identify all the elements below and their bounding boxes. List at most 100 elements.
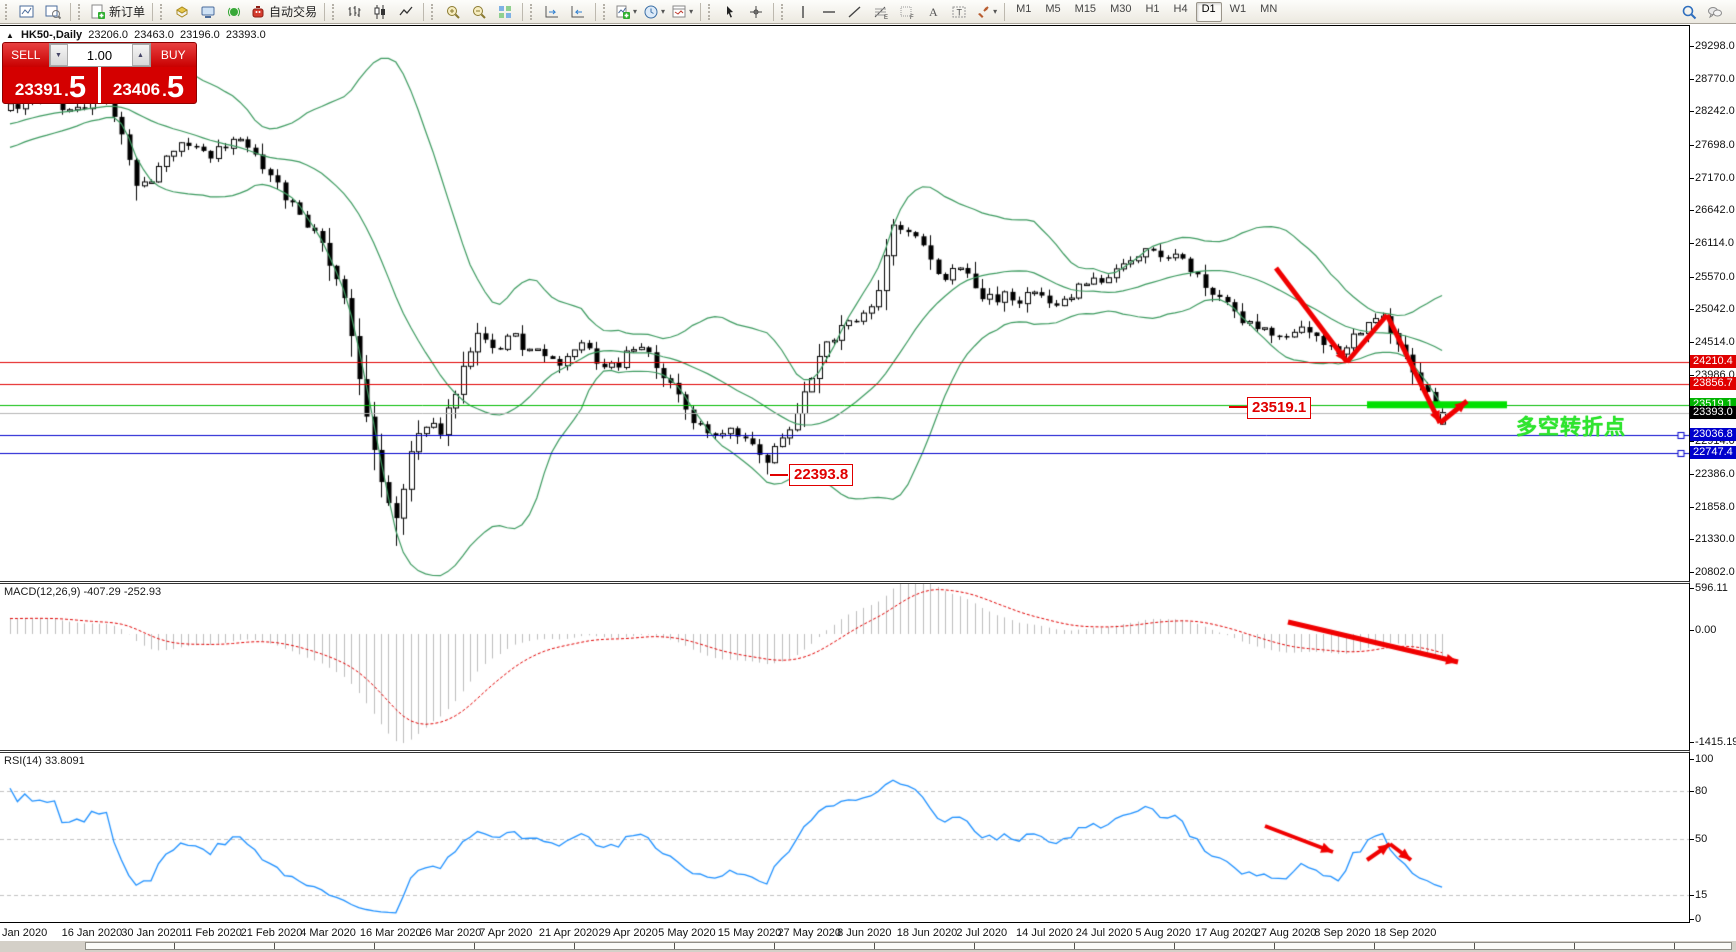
ohlc-close: 23393.0 <box>225 29 266 41</box>
date-axis-label: 4 Mar 2020 <box>300 927 356 939</box>
templates-icon <box>671 4 687 20</box>
autotrading-button[interactable]: 自动交易 <box>247 1 320 23</box>
price-axis-label: 29298.0 <box>1690 40 1735 52</box>
new-chart-button[interactable] <box>14 1 40 23</box>
timeframe-button-h1[interactable]: H1 <box>1139 2 1165 22</box>
turning-point-text[interactable]: 多空转折点 <box>1516 411 1626 441</box>
toolbar-grip <box>160 3 166 20</box>
timeframe-button-h4[interactable]: H4 <box>1168 2 1194 22</box>
search-button[interactable] <box>1676 1 1702 23</box>
crosshair-button[interactable] <box>743 1 769 23</box>
trendline-button[interactable] <box>842 1 868 23</box>
tile-windows-icon <box>497 4 513 20</box>
new-order-button[interactable]: 新订单 <box>87 1 148 23</box>
auto-scroll-button[interactable] <box>539 1 565 23</box>
date-axis-label: 18 Sep 2020 <box>1373 927 1437 939</box>
terminal-button[interactable] <box>195 1 221 23</box>
vline-button[interactable] <box>790 1 816 23</box>
price-tag-23036.8: 23036.8 <box>1690 428 1736 442</box>
rsi-axis-label: 100 <box>1689 753 1714 765</box>
scrollbar-tick <box>874 943 875 949</box>
metaeditor-icon <box>174 4 190 20</box>
timeframe-button-w1[interactable]: W1 <box>1224 2 1253 22</box>
price-axis[interactable]: 29298.0 28770.0 28242.0 27698.0 27170.0 26642… <box>1689 25 1736 941</box>
toolbar-grip <box>5 3 11 20</box>
support-price-label[interactable]: 22393.8 <box>789 464 854 486</box>
timeframe-button-d1[interactable]: D1 <box>1195 1 1222 22</box>
scrollbar-tick <box>974 943 975 949</box>
price-axis-label: 27170.0 <box>1690 171 1735 184</box>
price-tag-23393.0: 23393.0 <box>1690 406 1736 420</box>
candles-mode-icon <box>372 4 388 20</box>
chevron-down-icon[interactable]: ▾ <box>993 7 997 16</box>
scrollbar-tick <box>774 943 775 949</box>
templates-button[interactable]: ▾ <box>668 1 696 23</box>
volume-increase-button[interactable]: ▲ <box>131 44 150 66</box>
chart-scrollbar[interactable] <box>85 942 1732 950</box>
timeframe-button-m15[interactable]: M15 <box>1069 2 1102 22</box>
fibo-grid-button[interactable]: F <box>894 1 920 23</box>
chevron-down-icon[interactable]: ▾ <box>689 7 693 16</box>
profiles-button[interactable] <box>40 1 66 23</box>
bid-price[interactable]: 23391 . 5 <box>3 67 101 103</box>
toolbar-separator <box>522 2 524 21</box>
new-chart-icon <box>19 4 35 20</box>
trading-terminal: 新订单 自动交易 ▾ ▾ ▾ E F A T ▾ M1 M5 M15 M30 H1 H4 D1 W1 MN ▲ H… <box>0 0 1736 952</box>
symbol-collapse-icon[interactable]: ▲ <box>6 31 14 40</box>
timeframe-button-m5[interactable]: M5 <box>1039 2 1066 22</box>
chevron-down-icon[interactable]: ▾ <box>661 7 665 16</box>
main-chart-canvas[interactable] <box>0 26 1689 581</box>
candles-mode-button[interactable] <box>367 1 393 23</box>
timeframe-button-m1[interactable]: M1 <box>1010 2 1037 22</box>
toolbar-separator <box>423 2 425 21</box>
price-axis-label: 26642.0 <box>1690 204 1735 217</box>
macd-pane: MACD(12,26,9) -407.29 -252.93 <box>0 581 1690 750</box>
tile-windows-button[interactable] <box>492 1 518 23</box>
main-chart-pane: ▲ HK50-,Daily 23206.0 23463.0 23196.0 23… <box>0 25 1690 581</box>
autotrading-label: 自动交易 <box>269 5 318 19</box>
bars-mode-button[interactable] <box>341 1 367 23</box>
signals-button[interactable] <box>221 1 247 23</box>
macd-canvas[interactable] <box>0 584 1689 750</box>
volume-stepper: ▼ ▲ <box>48 43 151 67</box>
date-axis-label: 5 Aug 2020 <box>1135 927 1192 939</box>
toolbar-separator <box>773 2 775 21</box>
label-button[interactable]: T <box>946 1 972 23</box>
rsi-pane: RSI(14) 33.8091 <box>0 750 1690 923</box>
price-axis-label: 24514.0 <box>1690 336 1735 349</box>
timeframe-button-mn[interactable]: MN <box>1254 2 1283 22</box>
toolbar-grip <box>708 3 714 20</box>
indicators-button[interactable]: ▾ <box>612 1 640 23</box>
sell-button[interactable]: SELL <box>3 43 49 67</box>
buy-button[interactable]: BUY <box>150 43 196 67</box>
price-axis-label: 26114.0 <box>1690 237 1734 250</box>
date-axis-label: 15 May 2020 <box>717 927 782 939</box>
cursor-button[interactable] <box>717 1 743 23</box>
date-axis-label: 27 Aug 2020 <box>1254 927 1317 939</box>
svg-text:T: T <box>957 7 963 17</box>
crosshair-icon <box>748 4 764 20</box>
metaeditor-button[interactable] <box>169 1 195 23</box>
chart-shift-button[interactable] <box>565 1 591 23</box>
ask-price[interactable]: 23406 . 5 <box>101 67 196 103</box>
shapes-button[interactable]: ▾ <box>972 1 1000 23</box>
clock-button[interactable]: ▾ <box>640 1 668 23</box>
date-axis[interactable]: Jan 2020 16 Jan 2020 30 Jan 2020 11 Feb 202… <box>0 924 1690 941</box>
volume-input[interactable] <box>67 44 132 66</box>
volume-decrease-button[interactable]: ▼ <box>49 44 68 66</box>
chevron-down-icon[interactable]: ▾ <box>633 7 637 16</box>
hline-button[interactable] <box>816 1 842 23</box>
fibonacci-button[interactable]: E <box>868 1 894 23</box>
auto-scroll-icon <box>544 4 560 20</box>
line-mode-button[interactable] <box>393 1 419 23</box>
zoom-out-button[interactable] <box>466 1 492 23</box>
rsi-canvas[interactable] <box>0 753 1689 922</box>
resistance-price-label[interactable]: 23519.1 <box>1247 397 1312 419</box>
timeframe-button-m30[interactable]: M30 <box>1104 2 1137 22</box>
community-button[interactable] <box>1702 1 1728 23</box>
text-button[interactable]: A <box>920 1 946 23</box>
plot-column: ▲ HK50-,Daily 23206.0 23463.0 23196.0 23… <box>0 25 1690 941</box>
toolbar-grip <box>781 3 787 20</box>
toolbar-grip <box>603 3 609 20</box>
zoom-in-button[interactable] <box>440 1 466 23</box>
